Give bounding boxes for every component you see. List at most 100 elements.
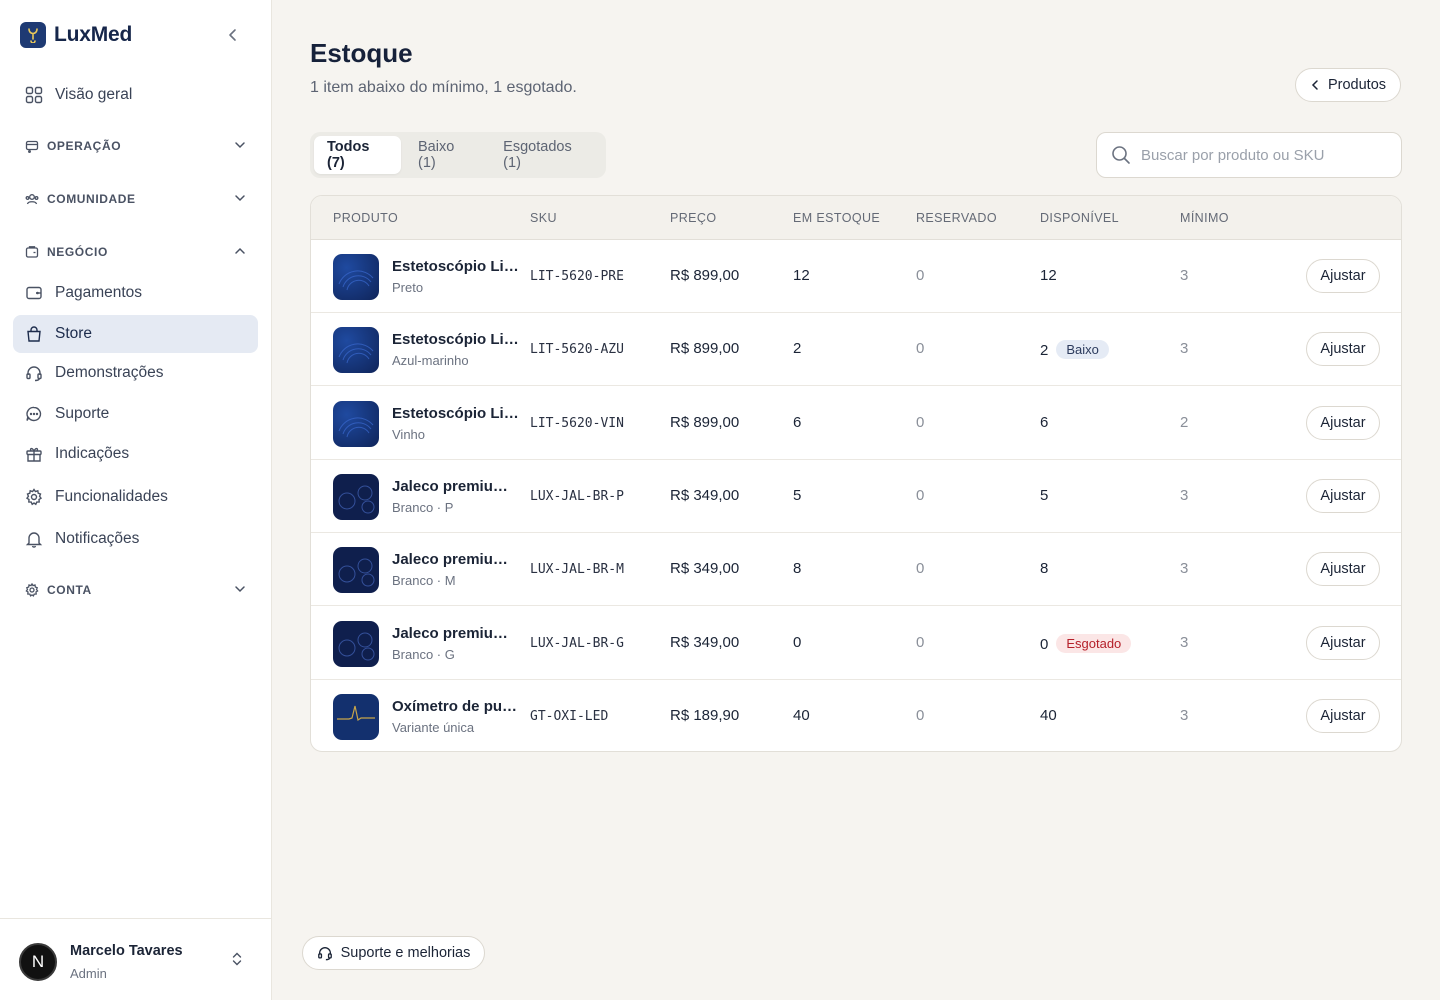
- sidebar-item-suporte[interactable]: Suporte: [13, 395, 258, 433]
- stock-quantity: 5: [793, 486, 802, 504]
- tab-esgotados[interactable]: Esgotados (1): [490, 136, 602, 174]
- header-reservado[interactable]: RESERVADO: [916, 211, 997, 225]
- reserved-quantity: 0: [916, 633, 925, 651]
- adjust-stock-button[interactable]: Ajustar: [1306, 625, 1380, 660]
- header-produto[interactable]: PRODUTO: [333, 211, 398, 225]
- adjust-stock-button[interactable]: Ajustar: [1306, 332, 1380, 367]
- stock-status-badge: Baixo: [1056, 340, 1109, 360]
- minimum-quantity: 2: [1180, 413, 1189, 431]
- available-quantity: 8: [1040, 560, 1049, 578]
- product-price: R$ 349,00: [670, 633, 740, 651]
- product-name[interactable]: Estetoscópio Littmann Cardiology IV: [392, 331, 520, 348]
- section-conta[interactable]: CONTA: [13, 575, 258, 605]
- adjust-stock-button[interactable]: Ajustar: [1306, 698, 1380, 733]
- chevron-down-icon: [235, 142, 245, 149]
- section-operacao[interactable]: OPERAÇÃO: [13, 131, 258, 161]
- product-name[interactable]: Estetoscópio Littmann Cardiology IV: [392, 405, 520, 422]
- sidebar-item-notificacoes[interactable]: Notificações: [13, 520, 258, 558]
- inventory-table: PRODUTO SKU PREÇO EM ESTOQUE RESERVADO D…: [310, 195, 1402, 752]
- search-input[interactable]: [1141, 146, 1381, 164]
- adjust-stock-button[interactable]: Ajustar: [1306, 259, 1380, 293]
- header-preco[interactable]: PREÇO: [670, 211, 716, 225]
- product-thumbnail[interactable]: [333, 693, 379, 740]
- briefcase-icon: [25, 246, 39, 258]
- sidebar-item-label: Visão geral: [55, 86, 133, 103]
- product-sku: LIT-5620-VIN: [530, 415, 624, 431]
- available-cell: 6: [1040, 414, 1048, 431]
- product-name[interactable]: Jaleco premium LuxMed: [392, 551, 520, 568]
- product-thumbnail[interactable]: [333, 547, 379, 594]
- stock-quantity: 40: [793, 706, 810, 724]
- product-sku: GT-OXI-LED: [530, 708, 609, 724]
- tab-todos[interactable]: Todos (7): [314, 136, 401, 174]
- product-variant: Variante única: [392, 719, 475, 735]
- stock-quantity: 8: [793, 560, 802, 578]
- settings-icon: [25, 488, 43, 506]
- product-price: R$ 899,00: [670, 340, 740, 358]
- minimum-quantity: 3: [1180, 560, 1189, 578]
- available-quantity: 2: [1040, 342, 1049, 360]
- headset-icon: [26, 366, 42, 382]
- section-negocio[interactable]: NEGÓCIO: [13, 237, 258, 267]
- product-variant: Azul-marinho: [392, 353, 469, 369]
- gift-icon: [26, 447, 42, 462]
- adjust-stock-button[interactable]: Ajustar: [1306, 405, 1380, 440]
- minimum-quantity: 3: [1180, 340, 1189, 358]
- support-feedback-button[interactable]: Suporte e melhorias: [302, 936, 485, 970]
- brand[interactable]: LuxMed: [20, 22, 132, 48]
- back-to-products-button[interactable]: Produtos: [1295, 68, 1401, 102]
- gear-icon: [25, 583, 39, 597]
- header-sku[interactable]: SKU: [530, 211, 557, 225]
- product-name[interactable]: Oxímetro de pulso LED: [392, 698, 520, 715]
- user-menu[interactable]: N Marcelo Tavares Admin: [0, 918, 271, 1000]
- sidebar-item-label: Indicações: [55, 445, 130, 462]
- section-comunidade[interactable]: COMUNIDADE: [13, 184, 258, 214]
- table-row: Jaleco premium LuxMed Branco · P LUX-JAL-B…: [311, 460, 1401, 533]
- user-menu-toggle[interactable]: [231, 951, 243, 972]
- sidebar-item-store[interactable]: Store: [13, 315, 258, 353]
- product-thumbnail[interactable]: [333, 254, 379, 300]
- product-variant: Preto: [392, 280, 424, 295]
- sidebar-item-label: Suporte: [55, 405, 110, 422]
- chevron-up-icon: [235, 247, 245, 254]
- tab-baixo[interactable]: Baixo (1): [405, 136, 486, 174]
- product-name[interactable]: Jaleco premium LuxMed: [392, 625, 520, 642]
- product-variant: Branco · G: [392, 646, 455, 662]
- available-cell: 5: [1040, 487, 1048, 504]
- wallet-icon: [26, 286, 42, 300]
- section-label: COMUNIDADE: [47, 192, 136, 206]
- available-quantity: 6: [1040, 413, 1049, 431]
- available-quantity: 0: [1040, 635, 1049, 653]
- product-thumbnail[interactable]: [333, 327, 379, 374]
- header-minimo[interactable]: MÍNIMO: [1180, 211, 1229, 225]
- header-em-estoque[interactable]: EM ESTOQUE: [793, 211, 880, 225]
- adjust-stock-button[interactable]: Ajustar: [1306, 478, 1380, 513]
- product-thumbnail[interactable]: [333, 400, 379, 447]
- product-name[interactable]: Jaleco premium LuxMed: [392, 478, 520, 495]
- sidebar-item-demonstracoes[interactable]: Demonstrações: [13, 354, 258, 392]
- adjust-stock-button[interactable]: Ajustar: [1306, 552, 1380, 587]
- sidebar: LuxMed Visão geral OPERAÇÃO COMUNIDADE N…: [0, 0, 272, 1000]
- stock-filter-tabs: Todos (7) Baixo (1) Esgotados (1): [310, 132, 606, 178]
- reserved-quantity: 0: [916, 267, 925, 284]
- chevron-up-down-icon: [232, 952, 242, 966]
- shopping-bag-icon: [27, 326, 41, 342]
- brand-name: LuxMed: [54, 23, 133, 46]
- brand-logo-icon: [20, 22, 46, 48]
- minimum-quantity: 3: [1180, 633, 1189, 651]
- header-disponivel[interactable]: DISPONÍVEL: [1040, 211, 1119, 225]
- product-thumbnail[interactable]: [333, 620, 379, 667]
- sidebar-item-funcionalidades[interactable]: Funcionalidades: [13, 478, 258, 516]
- product-thumbnail[interactable]: [333, 473, 379, 520]
- available-cell: 8: [1040, 560, 1048, 577]
- sidebar-item-visao-geral[interactable]: Visão geral: [13, 76, 258, 114]
- product-name[interactable]: Estetoscópio Littmann Cardiology IV: [392, 258, 520, 275]
- page-title: Estoque: [310, 38, 413, 68]
- sidebar-item-indicacoes[interactable]: Indicações: [13, 435, 258, 473]
- sidebar-item-pagamentos[interactable]: Pagamentos: [13, 274, 258, 312]
- chat-bubble-icon: [26, 406, 42, 422]
- collapse-sidebar-button[interactable]: [222, 24, 244, 46]
- table-header: PRODUTO SKU PREÇO EM ESTOQUE RESERVADO D…: [311, 196, 1401, 240]
- available-quantity: 5: [1040, 486, 1049, 504]
- product-variant: Branco · P: [392, 499, 454, 515]
